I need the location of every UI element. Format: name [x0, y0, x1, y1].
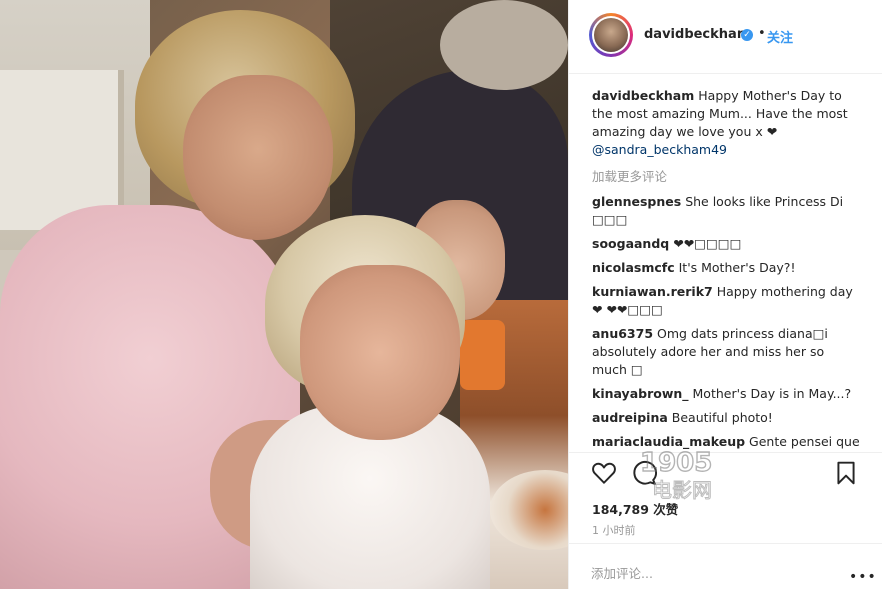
photo-child-face: [300, 265, 460, 440]
comment-username[interactable]: glennespnes: [592, 194, 681, 209]
comment-item: anu6375 Omg dats princess diana□i absolu…: [592, 325, 862, 379]
add-comment-bar: 添加评论... •••: [569, 543, 882, 589]
comment-text: Mother's Day is in May...?: [692, 386, 852, 401]
avatar-image: [594, 18, 628, 52]
add-comment-input[interactable]: 添加评论...: [591, 563, 653, 582]
avatar[interactable]: [589, 13, 633, 57]
watermark-text-top: 1905: [640, 448, 712, 478]
instagram-post: davidbeckham ✓ • 关注 davidbeckham Happy M…: [0, 0, 882, 589]
comment-item: glennespnes She looks like Princess Di □…: [592, 193, 862, 229]
comment-username[interactable]: soogaandq: [592, 236, 669, 251]
post-caption: davidbeckham Happy Mother's Day to the m…: [592, 87, 862, 159]
header-username[interactable]: davidbeckham: [644, 27, 750, 42]
header-separator: •: [758, 26, 766, 41]
comment-text: Beautiful photo!: [671, 410, 773, 425]
caption-username[interactable]: davidbeckham: [592, 88, 694, 103]
photo-mother-face: [183, 75, 333, 240]
follow-button[interactable]: 关注: [767, 27, 793, 46]
verified-badge-icon: ✓: [741, 29, 753, 41]
more-options-icon[interactable]: •••: [849, 569, 877, 585]
site-watermark-logo: 1905 电影网: [639, 447, 713, 502]
comment-text: It's Mother's Day?!: [678, 260, 796, 275]
heart-icon[interactable]: [591, 460, 617, 486]
photo-cup: [460, 320, 505, 390]
watermark-text-bottom: 电影网: [652, 478, 712, 502]
comment-item: audreipina Beautiful photo!: [592, 409, 862, 427]
avatar-ring: [592, 16, 630, 54]
comment-item: kinayabrown_ Mother's Day is in May...?: [592, 385, 862, 403]
comment-username[interactable]: audreipina: [592, 410, 668, 425]
comment-username[interactable]: kurniawan.rerik7: [592, 284, 713, 299]
post-header: davidbeckham ✓ • 关注: [569, 0, 882, 74]
photo-grandmother-hair: [440, 0, 568, 90]
caption-mention-link[interactable]: @sandra_beckham49: [592, 142, 727, 157]
comment-username[interactable]: anu6375: [592, 326, 653, 341]
comment-item: kurniawan.rerik7 Happy mothering day ❤ ❤…: [592, 283, 862, 319]
comment-text: Gente pensei que: [749, 434, 860, 449]
comments-list[interactable]: davidbeckham Happy Mother's Day to the m…: [569, 75, 882, 453]
post-timestamp[interactable]: 1 小时前: [592, 522, 636, 538]
post-photo[interactable]: [0, 0, 568, 589]
comment-item: soogaandq ❤❤□□□□: [592, 235, 862, 253]
bookmark-icon[interactable]: [833, 460, 859, 486]
comment-username[interactable]: nicolasmcfc: [592, 260, 675, 275]
comment-text: ❤❤□□□□: [673, 236, 742, 251]
comment-item: nicolasmcfc It's Mother's Day?!: [592, 259, 862, 277]
comment-username[interactable]: kinayabrown_: [592, 386, 689, 401]
load-more-comments-link[interactable]: 加载更多评论: [592, 166, 667, 185]
